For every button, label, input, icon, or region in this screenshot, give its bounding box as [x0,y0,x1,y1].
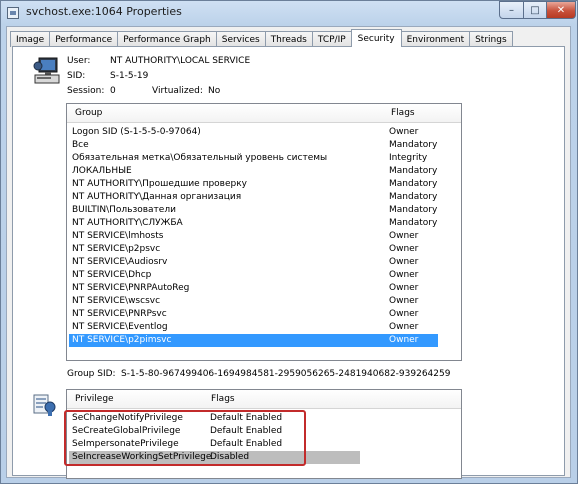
window-title: svchost.exe:1064 Properties [26,5,182,18]
group-flags: Owner [389,283,419,293]
sid-value: S-1-5-19 [110,71,149,81]
minimize-button[interactable]: – [499,1,524,19]
group-row[interactable]: NT SERVICE\PNRPsvc Owner [67,308,461,321]
group-flags: Owner [389,296,419,306]
group-flags: Mandatory [389,140,438,150]
tab-strip: Image Performance Performance Graph Serv… [10,29,513,47]
group-flags: Owner [389,270,419,280]
group-row[interactable]: ЛОКАЛЬНЫЕ Mandatory [67,165,461,178]
tab-services[interactable]: Services [215,31,266,47]
group-name: NT SERVICE\p2psvc [72,244,161,254]
group-name: ЛОКАЛЬНЫЕ [72,166,132,176]
group-row[interactable]: NT AUTHORITY\Прошедшие проверку Mandatory [67,178,461,191]
group-name: NT AUTHORITY\СЛУЖБА [72,218,183,228]
group-flags: Owner [389,309,419,319]
group-flags: Mandatory [389,166,438,176]
group-flags: Owner [389,244,419,254]
group-flags: Mandatory [389,218,438,228]
tab-performance-graph[interactable]: Performance Graph [117,31,217,47]
tab-strings[interactable]: Strings [469,31,513,47]
group-sid-label: Group SID: [67,369,116,379]
tab-image[interactable]: Image [10,31,51,47]
computer-user-icon [33,57,60,84]
column-header-flags[interactable]: Flags [391,108,415,118]
group-name: NT SERVICE\PNRPsvc [72,309,167,319]
session-value: 0 [110,86,116,96]
group-row[interactable]: NT SERVICE\p2psvc Owner [67,243,461,256]
privileges-list-header: Privilege Flags [67,390,461,409]
maximize-button[interactable]: □ [523,1,547,19]
group-flags: Owner [389,257,419,267]
annotation-highlight-box [64,410,306,466]
group-row[interactable]: NT AUTHORITY\Данная организация Mandatory [67,191,461,204]
group-row[interactable]: Обязательная метка\Обязательный уровень … [67,152,461,165]
group-name: NT AUTHORITY\Прошедшие проверку [72,179,248,189]
tab-threads[interactable]: Threads [264,31,313,47]
session-label: Session: [67,86,105,96]
group-row[interactable]: NT SERVICE\Dhcp Owner [67,269,461,282]
group-name: Обязательная метка\Обязательный уровень … [72,153,328,163]
group-row[interactable]: NT SERVICE\PNRPAutoReg Owner [67,282,461,295]
tab-tcpip[interactable]: TCP/IP [311,31,352,47]
group-name: NT SERVICE\lmhosts [72,231,164,241]
group-flags: Mandatory [389,179,438,189]
group-row[interactable]: NT SERVICE\wscsvc Owner [67,295,461,308]
group-flags: Integrity [389,153,428,163]
group-row[interactable]: NT AUTHORITY\СЛУЖБА Mandatory [67,217,461,230]
group-name: Все [72,140,89,150]
group-row[interactable]: Все Mandatory [67,139,461,152]
group-row[interactable]: Logon SID (S-1-5-5-0-97064) Owner [67,126,461,139]
user-value: NT AUTHORITY\LOCAL SERVICE [110,56,251,66]
group-flags: Mandatory [389,192,438,202]
group-name: NT AUTHORITY\Данная организация [72,192,242,202]
group-name: BUILTIN\Пользователи [72,205,176,215]
group-name: NT SERVICE\Dhcp [72,270,152,280]
virtualized-value: No [208,86,221,96]
tab-environment[interactable]: Environment [400,31,471,47]
user-label: User: [67,56,91,66]
sid-label: SID: [67,71,86,81]
group-row[interactable]: NT SERVICE\Eventlog Owner [67,321,461,334]
group-name: Logon SID (S-1-5-5-0-97064) [72,127,201,137]
column-header-group[interactable]: Group [75,108,102,118]
group-flags: Owner [389,322,419,332]
group-flags: Owner [389,335,419,345]
group-sid-value: S-1-5-80-967499406-1694984581-2959056265… [121,369,451,379]
tab-security[interactable]: Security [350,29,402,47]
privileges-icon [33,394,56,416]
group-name: NT SERVICE\p2pimsvc [72,335,172,345]
window-icon [7,7,19,19]
group-row-selected[interactable]: NT SERVICE\p2pimsvc Owner [67,334,461,347]
group-flags: Owner [389,127,419,137]
group-name: NT SERVICE\wscsvc [72,296,161,306]
column-header-privilege-flags[interactable]: Flags [211,394,235,404]
tab-performance[interactable]: Performance [49,31,119,47]
group-name: NT SERVICE\PNRPAutoReg [72,283,190,293]
group-flags: Owner [389,231,419,241]
title-bar[interactable]: svchost.exe:1064 Properties [1,1,577,27]
group-row[interactable]: NT SERVICE\lmhosts Owner [67,230,461,243]
group-name: NT SERVICE\Audiosrv [72,257,168,267]
close-button[interactable]: ✕ [546,1,576,19]
groups-list-header: Group Flags [67,104,461,123]
group-name: NT SERVICE\Eventlog [72,322,168,332]
group-row[interactable]: BUILTIN\Пользователи Mandatory [67,204,461,217]
virtualized-label: Virtualized: [152,86,203,96]
group-row[interactable]: NT SERVICE\Audiosrv Owner [67,256,461,269]
column-header-privilege[interactable]: Privilege [75,394,114,404]
group-flags: Mandatory [389,205,438,215]
groups-list[interactable]: Group Flags Logon SID (S-1-5-5-0-97064) O… [66,103,462,361]
